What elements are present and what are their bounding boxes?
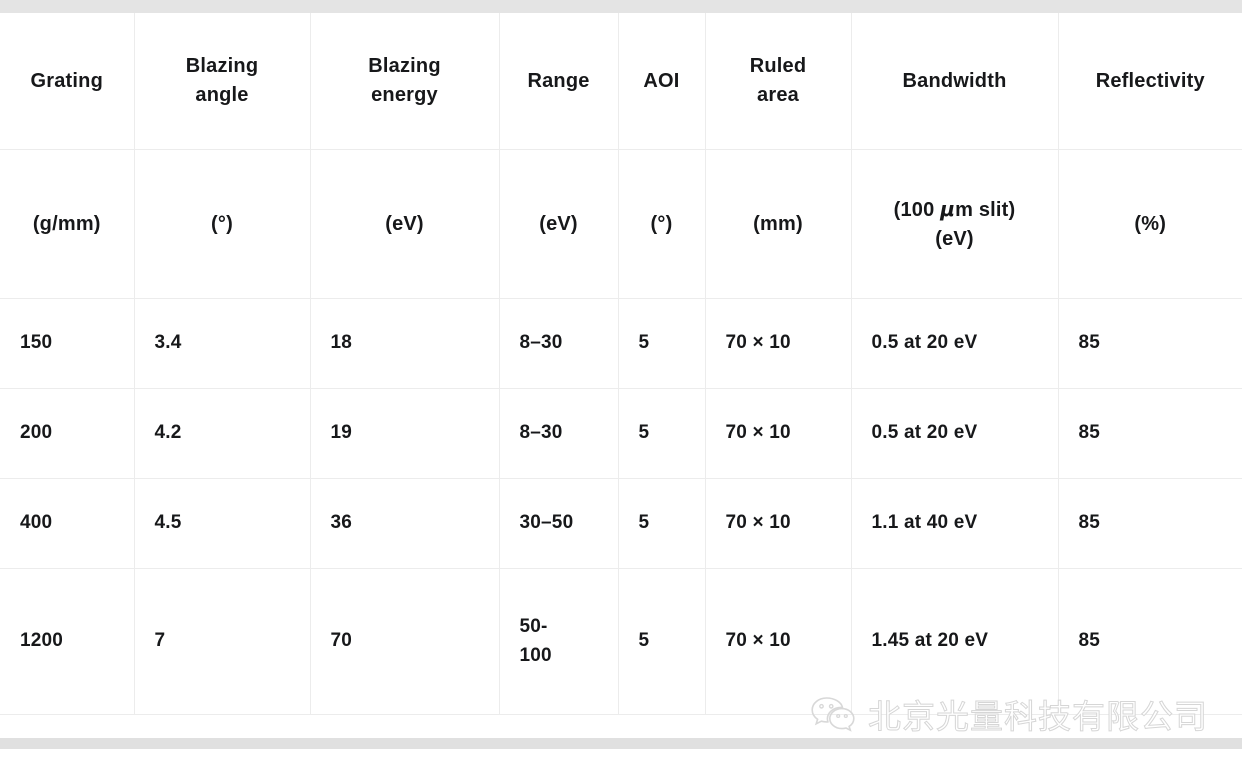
spec-table-container: Grating Blazing angle Blazing energy Ran… [0, 13, 1242, 715]
cell-blazing-energy: 36 [310, 478, 500, 569]
header-blazing-energy-line1: Blazing [368, 55, 441, 77]
header-row-names: Grating Blazing angle Blazing energy Ran… [0, 13, 1242, 150]
unit-bandwidth-slit: (100 μm slit) [893, 196, 1016, 221]
unit-aoi-label: (°) [650, 212, 673, 235]
cell-ruled-area: 70 × 10 [705, 568, 852, 715]
cell-grating: 400 [0, 478, 135, 569]
header-row-units: (g/mm) (°) (eV) (eV) (°) (mm) (100 μm sl… [0, 149, 1242, 299]
cell-ruled-area: 70 × 10 [705, 388, 852, 479]
cell-blazing-angle: 3.4 [134, 298, 311, 389]
cell-range: 30–50 [499, 478, 619, 569]
cell-reflectivity: 85 [1058, 298, 1242, 389]
unit-aoi: (°) [618, 149, 706, 299]
cell-grating: 200 [0, 388, 135, 479]
unit-blazing-energy: (eV) [310, 149, 500, 299]
header-ruled-area-line1: Ruled [749, 55, 807, 77]
cell-grating: 150 [0, 298, 135, 389]
cell-range-line2: 100 [519, 644, 552, 666]
cell-blazing-angle: 4.5 [134, 478, 311, 569]
cell-reflectivity: 85 [1058, 568, 1242, 715]
cell-blazing-angle: 4.2 [134, 388, 311, 479]
header-reflectivity-label: Reflectivity [1095, 69, 1205, 92]
header-bandwidth-label: Bandwidth [902, 69, 1007, 92]
table-body: 150 3.4 18 8–30 5 70 × 10 0.5 at 20 eV 8… [0, 298, 1242, 715]
header-blazing-angle-line2: angle [195, 84, 249, 106]
header-range-label: Range [527, 69, 590, 92]
cell-range: 8–30 [499, 298, 619, 389]
unit-reflectivity-label: (%) [1134, 212, 1167, 235]
grating-spec-table: Grating Blazing angle Blazing energy Ran… [0, 13, 1242, 715]
header-ruled-area: Ruled area [705, 13, 852, 150]
cell-aoi: 5 [618, 298, 706, 389]
header-blazing-angle-line1: Blazing [185, 55, 259, 77]
unit-bandwidth-ev: (eV) [935, 227, 974, 250]
header-aoi: AOI [618, 13, 706, 150]
unit-blazing-angle: (°) [134, 149, 311, 299]
cell-aoi: 5 [618, 568, 706, 715]
bottom-gray-bar [0, 738, 1242, 749]
header-blazing-energy: Blazing energy [310, 13, 500, 150]
unit-blazing-energy-label: (eV) [385, 212, 424, 235]
header-aoi-label: AOI [643, 69, 680, 92]
cell-ruled-area: 70 × 10 [705, 478, 852, 569]
cell-ruled-area: 70 × 10 [705, 298, 852, 389]
unit-ruled-area-label: (mm) [753, 212, 803, 235]
header-grating-label: Grating [30, 69, 103, 92]
table-row: 150 3.4 18 8–30 5 70 × 10 0.5 at 20 eV 8… [0, 298, 1242, 389]
header-range: Range [499, 13, 619, 150]
unit-bandwidth: (100 μm slit) (eV) [851, 149, 1059, 299]
cell-blazing-energy: 70 [310, 568, 500, 715]
table-header: Grating Blazing angle Blazing energy Ran… [0, 13, 1242, 299]
header-blazing-angle: Blazing angle [134, 13, 311, 150]
table-row: 1200 7 70 50- 100 5 70 × 10 1.45 at 20 e… [0, 568, 1242, 715]
unit-grating-label: (g/mm) [32, 212, 101, 235]
unit-range-label: (eV) [539, 212, 578, 235]
cell-bandwidth: 1.45 at 20 eV [851, 568, 1059, 715]
cell-reflectivity: 85 [1058, 388, 1242, 479]
cell-range: 50- 100 [499, 568, 619, 715]
unit-grating: (g/mm) [0, 149, 135, 299]
header-blazing-energy-line2: energy [371, 84, 438, 106]
cell-blazing-energy: 19 [310, 388, 500, 479]
cell-bandwidth: 0.5 at 20 eV [851, 388, 1059, 479]
table-row: 400 4.5 36 30–50 5 70 × 10 1.1 at 40 eV … [0, 478, 1242, 569]
cell-reflectivity: 85 [1058, 478, 1242, 569]
cell-blazing-energy: 18 [310, 298, 500, 389]
table-row: 200 4.2 19 8–30 5 70 × 10 0.5 at 20 eV 8… [0, 388, 1242, 479]
unit-blazing-angle-label: (°) [211, 212, 233, 235]
unit-reflectivity: (%) [1058, 149, 1242, 299]
cell-bandwidth: 0.5 at 20 eV [851, 298, 1059, 389]
header-bandwidth: Bandwidth [851, 13, 1059, 150]
top-gray-bar [0, 0, 1242, 13]
header-grating: Grating [0, 13, 135, 150]
cell-blazing-angle: 7 [134, 568, 311, 715]
header-reflectivity: Reflectivity [1058, 13, 1242, 150]
unit-range: (eV) [499, 149, 619, 299]
cell-grating: 1200 [0, 568, 135, 715]
cell-range-line1: 50- [519, 616, 548, 637]
cell-aoi: 5 [618, 388, 706, 479]
cell-range: 8–30 [499, 388, 619, 479]
header-ruled-area-line2: area [757, 84, 799, 106]
unit-ruled-area: (mm) [705, 149, 852, 299]
cell-bandwidth: 1.1 at 40 eV [851, 478, 1059, 569]
cell-aoi: 5 [618, 478, 706, 569]
